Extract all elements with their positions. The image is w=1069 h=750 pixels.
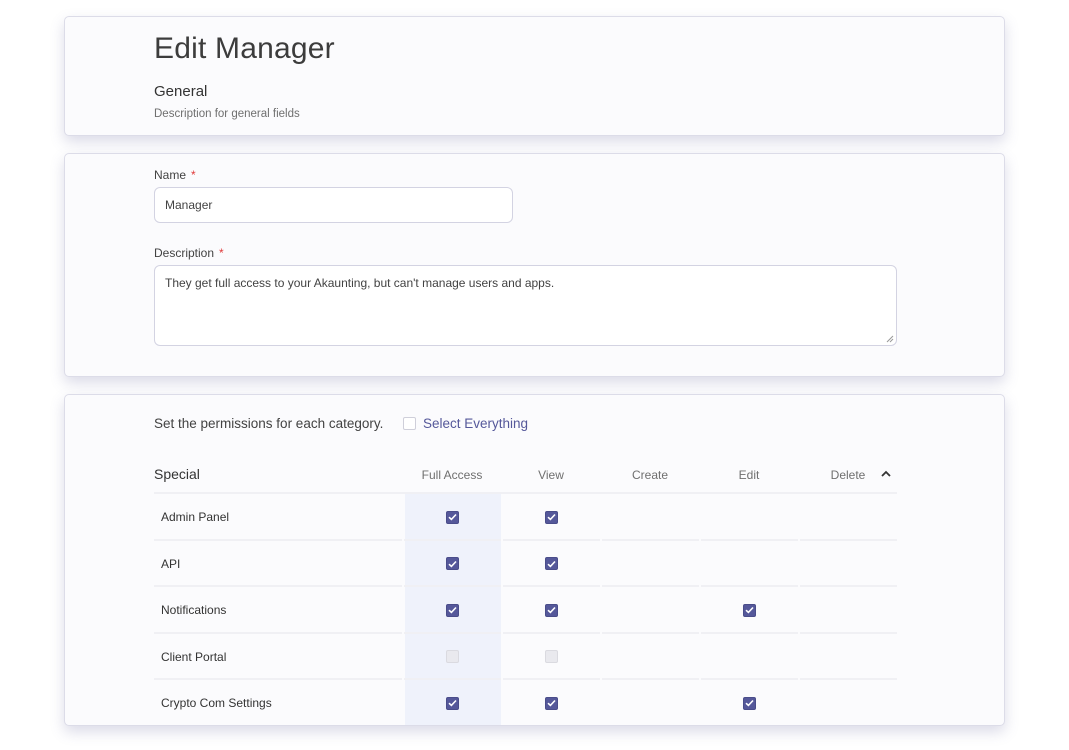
permission-rows: Admin Panel API Notifications Client Portal…	[154, 494, 897, 725]
table-row: Crypto Com Settings	[154, 680, 897, 725]
row-label: Crypto Com Settings	[161, 696, 272, 710]
section-description: Description for general fields	[154, 108, 300, 120]
row-label: API	[161, 556, 181, 571]
table-header: Special Full Access View Create Edit Del…	[154, 457, 897, 494]
description-label: Description *	[154, 246, 224, 260]
full-access-checkbox[interactable]	[445, 696, 459, 710]
section-title: General	[154, 83, 208, 100]
cell-view	[502, 634, 600, 680]
permissions-intro: Set the permissions for each category.	[154, 416, 384, 431]
description-textarea[interactable]: They get full access to your Akaunting, …	[154, 265, 897, 346]
row-label: Notifications	[161, 603, 227, 617]
select-everything-label[interactable]: Select Everything	[423, 416, 528, 431]
name-input[interactable]: Manager	[154, 187, 513, 223]
view-checkbox[interactable]	[544, 510, 558, 524]
resize-handle-icon[interactable]	[886, 335, 894, 343]
table-row: API	[154, 541, 897, 587]
permissions-table: Special Full Access View Create Edit Del…	[154, 457, 897, 725]
description-text: They get full access to your Akaunting, …	[165, 276, 555, 290]
check-icon	[546, 606, 556, 614]
view-checkbox[interactable]	[544, 557, 558, 570]
chevron-up-icon[interactable]	[880, 469, 892, 479]
check-icon	[447, 513, 457, 521]
page-title: Edit Manager	[154, 32, 335, 65]
view-checkbox	[544, 650, 558, 663]
check-icon	[447, 560, 457, 568]
edit-checkbox[interactable]	[742, 603, 756, 617]
name-label-text: Name	[154, 168, 187, 182]
check-icon	[447, 606, 457, 614]
cell-edit	[700, 680, 798, 725]
cell-view	[502, 541, 600, 587]
full-access-checkbox[interactable]	[445, 557, 459, 570]
select-everything-checkbox[interactable]	[403, 417, 416, 430]
table-row: Client Portal	[154, 634, 897, 680]
cell-full-access	[403, 587, 501, 633]
check-icon	[546, 699, 556, 707]
col-create: Create	[631, 468, 669, 482]
cell-full-access	[403, 634, 501, 680]
cell-full-access	[403, 541, 501, 587]
col-edit: Edit	[738, 468, 760, 482]
full-access-checkbox	[445, 650, 459, 663]
cell-view	[502, 494, 600, 540]
general-header-card: Edit Manager General Description for gen…	[64, 16, 1005, 136]
check-icon	[546, 560, 556, 568]
check-icon	[744, 699, 754, 707]
cell-full-access	[403, 680, 501, 725]
table-row: Notifications	[154, 587, 897, 634]
full-access-checkbox[interactable]	[445, 603, 459, 617]
edit-checkbox[interactable]	[742, 696, 756, 710]
check-icon	[447, 699, 457, 707]
table-row: Admin Panel	[154, 494, 897, 541]
cell-edit	[700, 587, 798, 633]
view-checkbox[interactable]	[544, 603, 558, 617]
cell-full-access	[403, 494, 501, 540]
required-mark: *	[219, 246, 224, 260]
full-access-checkbox[interactable]	[445, 510, 459, 524]
col-view: View	[538, 468, 564, 482]
required-mark: *	[191, 168, 196, 182]
cell-view	[502, 587, 600, 633]
cell-view	[502, 680, 600, 725]
permissions-card: Set the permissions for each category. S…	[64, 394, 1005, 726]
name-label: Name *	[154, 168, 196, 182]
view-checkbox[interactable]	[544, 696, 558, 710]
category-title: Special	[154, 466, 200, 482]
check-icon	[744, 606, 754, 614]
col-full-access: Full Access	[421, 468, 483, 482]
description-label-text: Description	[154, 246, 215, 260]
general-fields-card: Name * Manager Description * They get full…	[64, 153, 1005, 377]
row-label: Client Portal	[161, 649, 227, 664]
check-icon	[546, 513, 556, 521]
row-label: Admin Panel	[161, 510, 230, 524]
select-everything[interactable]: Select Everything	[403, 416, 528, 431]
